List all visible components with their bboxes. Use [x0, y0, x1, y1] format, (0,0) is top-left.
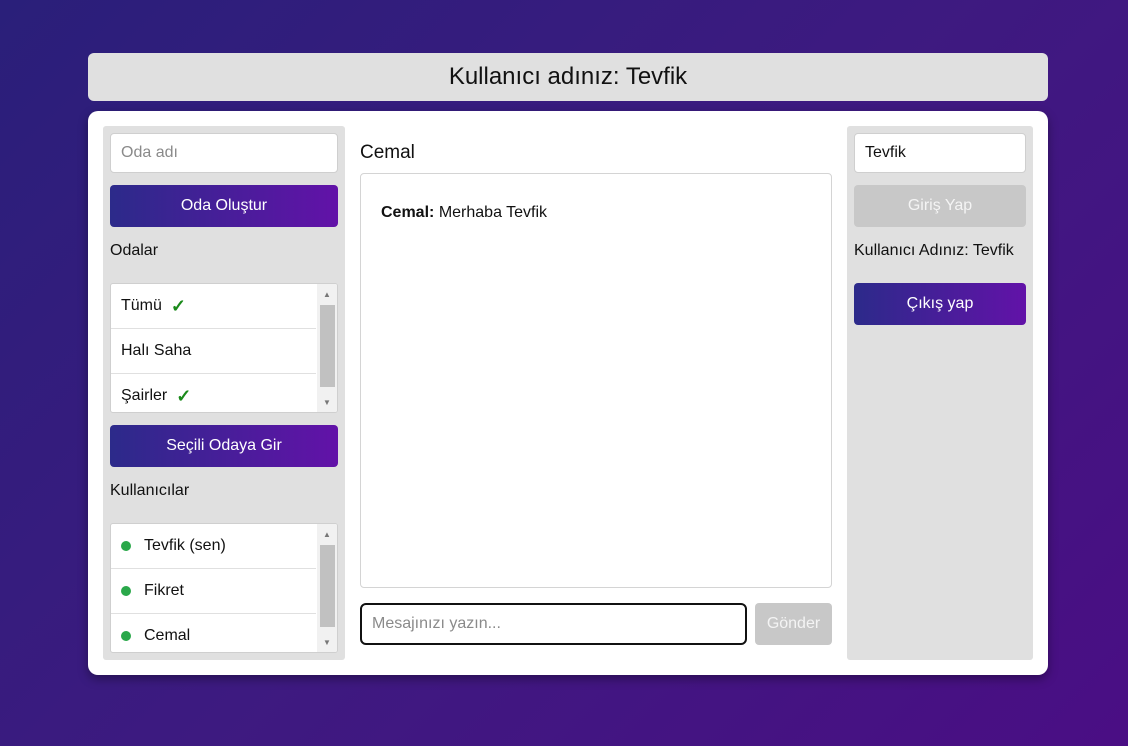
join-room-button[interactable]: Seçili Odaya Gir — [110, 425, 338, 467]
chat-message: Cemal: Merhaba Tevfik — [381, 204, 547, 222]
check-icon: ✓ — [176, 385, 192, 406]
online-status-icon — [121, 541, 131, 551]
login-button[interactable]: Giriş Yap — [854, 185, 1026, 227]
online-status-icon — [121, 586, 131, 596]
message-text: Merhaba Tevfik — [438, 204, 548, 221]
message-input[interactable] — [360, 603, 747, 645]
user-item-label: Cemal — [144, 627, 191, 644]
room-item-label: Halı Saha — [121, 342, 192, 359]
room-item-sairler[interactable]: Şairler ✓ — [111, 374, 316, 412]
scroll-up-arrow-icon[interactable]: ▲ — [317, 526, 337, 542]
users-heading: Kullanıcılar — [110, 482, 190, 499]
users-list[interactable]: Tevfik (sen) Fikret Cemal ▲ ▼ — [110, 523, 338, 653]
page-title: Kullanıcı adınız: Tevfik — [448, 63, 688, 90]
scrollbar-thumb[interactable] — [320, 545, 335, 627]
room-item-label: Tümü — [121, 297, 162, 314]
scroll-up-arrow-icon[interactable]: ▲ — [317, 286, 337, 302]
user-item[interactable]: Fikret — [111, 569, 316, 614]
room-item-tumu[interactable]: Tümü ✓ — [111, 284, 316, 329]
online-status-icon — [121, 631, 131, 641]
user-item-label: Fikret — [144, 582, 184, 599]
username-display: Kullanıcı Adınız: Tevfik — [854, 242, 1014, 259]
rooms-scrollbar[interactable]: ▲ ▼ — [317, 284, 337, 412]
room-item-label: Şairler — [121, 387, 168, 404]
scrollbar-thumb[interactable] — [320, 305, 335, 387]
left-sidebar: Oda Oluştur Odalar Tümü ✓ Halı Saha Şair… — [103, 126, 345, 660]
check-icon: ✓ — [170, 295, 186, 316]
current-room-title: Cemal — [360, 142, 415, 163]
rooms-heading: Odalar — [110, 242, 159, 259]
chat-app-container: Oda Oluştur Odalar Tümü ✓ Halı Saha Şair… — [88, 111, 1048, 675]
right-sidebar: Giriş Yap Kullanıcı Adınız: Tevfik Çıkış… — [847, 126, 1033, 660]
room-name-input[interactable] — [110, 133, 338, 173]
rooms-list[interactable]: Tümü ✓ Halı Saha Şairler ✓ ▲ ▼ — [110, 283, 338, 413]
user-item[interactable]: Cemal — [111, 614, 316, 652]
create-room-button[interactable]: Oda Oluştur — [110, 185, 338, 227]
room-item-hali-saha[interactable]: Halı Saha — [111, 329, 316, 374]
message-sender: Cemal: — [381, 204, 435, 221]
page-header: Kullanıcı adınız: Tevfik — [88, 53, 1048, 101]
send-button[interactable]: Gönder — [755, 603, 832, 645]
user-item[interactable]: Tevfik (sen) — [111, 524, 316, 569]
user-item-label: Tevfik (sen) — [144, 537, 226, 554]
scroll-down-arrow-icon[interactable]: ▼ — [317, 394, 337, 410]
logout-button[interactable]: Çıkış yap — [854, 283, 1026, 325]
username-input[interactable] — [854, 133, 1026, 173]
scroll-down-arrow-icon[interactable]: ▼ — [317, 634, 337, 650]
users-scrollbar[interactable]: ▲ ▼ — [317, 524, 337, 652]
chat-messages-area: Cemal: Merhaba Tevfik — [360, 173, 832, 588]
